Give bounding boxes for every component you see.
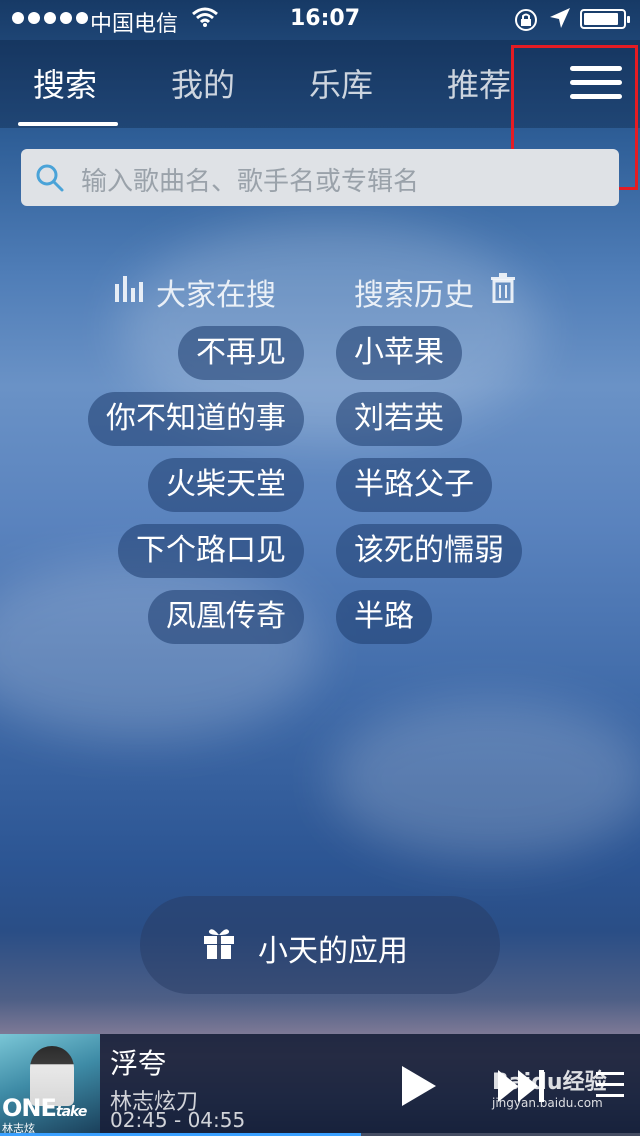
tab-mine[interactable]: 我的 bbox=[171, 60, 235, 106]
watermark: Baidu经验 jingyan.baidu.com bbox=[492, 1064, 607, 1110]
search-history-heading: 搜索历史 bbox=[354, 270, 516, 314]
search-input[interactable]: 输入歌曲名、歌手名或专辑名 bbox=[21, 149, 619, 206]
signal-strength-icon bbox=[12, 12, 88, 24]
gift-icon bbox=[202, 926, 236, 964]
watermark-main: Baidu经验 bbox=[492, 1070, 607, 1095]
tab-recommend[interactable]: 推荐 bbox=[447, 60, 511, 106]
song-title: 浮夸 bbox=[110, 1047, 167, 1080]
history-chip[interactable]: 半路父子 bbox=[336, 458, 492, 512]
cloud-decoration bbox=[0, 560, 320, 740]
hot-searches-heading: 大家在搜 bbox=[114, 270, 276, 314]
apps-button[interactable]: 小天的应用 bbox=[140, 896, 500, 994]
bar-chart-icon bbox=[114, 274, 144, 310]
active-tab-indicator bbox=[18, 122, 118, 126]
album-art-subtitle: 林志炫 bbox=[2, 1122, 35, 1134]
battery-level bbox=[584, 13, 618, 25]
album-art[interactable]: ONEtake 林志炫 bbox=[0, 1034, 100, 1134]
hot-search-chip[interactable]: 下个路口见 bbox=[118, 524, 304, 578]
battery-icon bbox=[580, 9, 630, 29]
history-chip[interactable]: 刘若英 bbox=[336, 392, 462, 446]
song-time: 02:45 - 04:55 bbox=[110, 1108, 246, 1132]
trash-icon[interactable] bbox=[490, 273, 516, 311]
album-art-script: take bbox=[55, 1104, 87, 1120]
hot-search-chip[interactable]: 凤凰传奇 bbox=[148, 590, 304, 644]
hot-search-chip[interactable]: 火柴天堂 bbox=[148, 458, 304, 512]
apps-button-label: 小天的应用 bbox=[258, 934, 408, 969]
play-icon[interactable] bbox=[400, 1064, 438, 1112]
history-chip[interactable]: 该死的懦弱 bbox=[336, 524, 522, 578]
watermark-sub: jingyan.baidu.com bbox=[492, 1096, 603, 1110]
tab-search[interactable]: 搜索 bbox=[33, 60, 97, 106]
hot-search-chip[interactable]: 不再见 bbox=[178, 326, 304, 380]
rotation-lock-icon bbox=[514, 8, 538, 38]
location-arrow-icon bbox=[548, 6, 572, 36]
album-art-title: ONE bbox=[2, 1094, 57, 1122]
history-chip[interactable]: 小苹果 bbox=[336, 326, 462, 380]
carrier-name: 中国电信 bbox=[90, 12, 179, 37]
hot-search-chip[interactable]: 你不知道的事 bbox=[88, 392, 304, 446]
search-icon bbox=[35, 163, 65, 197]
status-bar: 中国电信 16:07 bbox=[0, 0, 640, 40]
search-placeholder: 输入歌曲名、歌手名或专辑名 bbox=[81, 167, 420, 197]
search-history-title: 搜索历史 bbox=[354, 278, 474, 313]
status-time: 16:07 bbox=[290, 6, 361, 31]
album-art-text: ONEtake bbox=[2, 1094, 87, 1122]
history-chip[interactable]: 半路 bbox=[336, 590, 432, 644]
tab-library[interactable]: 乐库 bbox=[309, 60, 373, 106]
screen: 中国电信 16:07 搜索 我的 乐库 推荐 输入歌曲名、歌手名或专辑名 大家在… bbox=[0, 0, 640, 1136]
wifi-icon bbox=[192, 6, 218, 34]
cloud-decoration bbox=[330, 700, 640, 860]
hot-searches-title: 大家在搜 bbox=[156, 278, 276, 313]
